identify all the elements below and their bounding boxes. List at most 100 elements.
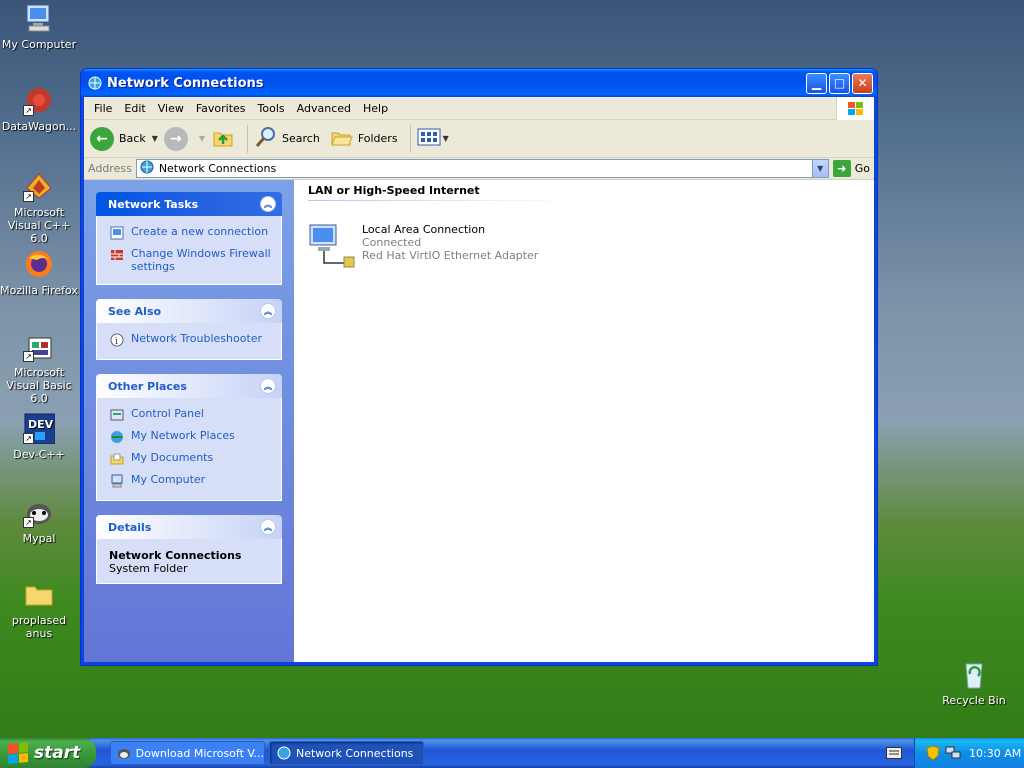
address-value: Network Connections (158, 162, 277, 175)
shortcut-arrow-icon: ↗ (23, 105, 34, 116)
my-computer-icon (109, 473, 125, 489)
folders-label: Folders (357, 132, 398, 145)
windows-logo-icon (836, 97, 874, 120)
go-button[interactable]: ➜ Go (832, 160, 870, 177)
svg-text:DEV: DEV (28, 418, 54, 431)
clock[interactable]: 10:30 AM (969, 747, 1021, 760)
mypal-icon: ↗ (23, 496, 55, 528)
my-network-places-link[interactable]: My Network Places (109, 426, 271, 448)
desktop-icon-label: Dev-C++ (13, 448, 65, 461)
keyboard-icon[interactable] (886, 745, 902, 761)
network-troubleshooter-link[interactable]: i Network Troubleshooter (109, 329, 271, 351)
desktop-icon-mypal[interactable]: ↗ Mypal (0, 496, 78, 545)
lan-connection-icon (308, 223, 358, 269)
folders-icon (330, 125, 354, 152)
forward-button[interactable]: → ▼ (163, 126, 205, 151)
devcpp-icon: DEV ↗ (23, 412, 55, 444)
connection-name: Local Area Connection (362, 223, 486, 236)
details-type: System Folder (109, 562, 188, 575)
network-places-icon (109, 429, 125, 445)
collapse-chevron-icon[interactable]: ︽ (260, 519, 276, 535)
views-button[interactable]: ▼ (417, 127, 449, 150)
folders-button[interactable]: Folders (330, 125, 398, 152)
local-area-connection-item[interactable]: Local Area Connection Connected Red Hat … (308, 223, 860, 269)
menu-file[interactable]: File (88, 102, 118, 115)
maximize-button[interactable]: □ (829, 72, 850, 94)
see-also-header[interactable]: See Also ︽ (96, 299, 282, 323)
close-icon: ✕ (857, 76, 868, 90)
desktop-icon-my-computer[interactable]: My Computer (0, 2, 78, 51)
taskbar-button-download[interactable]: Download Microsoft V... (110, 741, 265, 765)
menu-view[interactable]: View (152, 102, 190, 115)
menu-edit[interactable]: Edit (118, 102, 151, 115)
menu-bar: File Edit View Favorites Tools Advanced … (84, 97, 874, 120)
chevron-down-icon[interactable]: ▼ (199, 134, 205, 143)
desktop-icon-label: Mozilla Firefox (0, 284, 78, 297)
network-tasks-header[interactable]: Network Tasks ︽ (96, 192, 282, 216)
close-button[interactable]: ✕ (852, 72, 873, 94)
menu-help[interactable]: Help (357, 102, 394, 115)
desktop-icon-datawagon[interactable]: ↗ DataWagon... (0, 84, 78, 133)
windows-flag-icon (8, 741, 28, 765)
my-documents-link[interactable]: My Documents (109, 448, 271, 470)
my-computer-link[interactable]: My Computer (109, 470, 271, 492)
details-panel: Details ︽ Network Connections System Fol… (96, 515, 282, 584)
group-header: LAN or High-Speed Internet (308, 184, 570, 201)
desktop-icon-visual-basic[interactable]: ↗ Microsoft Visual Basic 6.0 (0, 330, 78, 405)
toolbar-separator (247, 124, 249, 153)
panel-title: Details (108, 520, 152, 534)
desktop-icon-label: Microsoft Visual C++ 6.0 (7, 206, 71, 245)
maximize-icon: □ (833, 76, 846, 90)
details-name: Network Connections (109, 549, 242, 562)
title-bar[interactable]: Network Connections ▁ □ ✕ (81, 69, 877, 97)
desktop-icon-label: Recycle Bin (942, 694, 1006, 707)
details-header[interactable]: Details ︽ (96, 515, 282, 539)
collapse-chevron-icon[interactable]: ︽ (260, 196, 276, 212)
back-arrow-icon: ← (90, 126, 114, 151)
up-folder-icon (211, 125, 235, 152)
other-places-header[interactable]: Other Places ︽ (96, 374, 282, 398)
see-also-panel: See Also ︽ i Network Troubleshooter (96, 299, 282, 360)
network-connections-icon (139, 159, 155, 178)
address-label: Address (88, 162, 132, 175)
collapse-chevron-icon[interactable]: ︽ (260, 303, 276, 319)
collapse-chevron-icon[interactable]: ︽ (260, 378, 276, 394)
create-connection-link[interactable]: Create a new connection (109, 222, 271, 244)
control-panel-link[interactable]: Control Panel (109, 404, 271, 426)
desktop-icon-recycle-bin[interactable]: Recycle Bin (935, 658, 1013, 707)
menu-tools[interactable]: Tools (252, 102, 291, 115)
mypal-icon (117, 745, 132, 761)
minimize-button[interactable]: ▁ (806, 72, 827, 94)
shortcut-arrow-icon: ↗ (23, 433, 34, 444)
desktop-icon-devcpp[interactable]: DEV ↗ Dev-C++ (0, 412, 78, 461)
menu-advanced[interactable]: Advanced (291, 102, 357, 115)
chevron-down-icon: ▼ (442, 134, 449, 143)
network-status-icon[interactable] (945, 745, 961, 761)
desktop-icon-firefox[interactable]: Mozilla Firefox (0, 248, 78, 297)
desktop-icon-label: Mypal (22, 532, 56, 545)
address-input[interactable]: Network Connections ▼ (135, 159, 829, 178)
firewall-icon (109, 247, 125, 263)
connections-list: LAN or High-Speed Internet Local Area Co… (294, 180, 874, 662)
taskbar-button-network-connections[interactable]: Network Connections (269, 741, 424, 765)
folder-icon (23, 578, 55, 610)
search-button[interactable]: Search (254, 125, 320, 152)
control-panel-icon (109, 407, 125, 423)
shortcut-arrow-icon: ↗ (23, 351, 34, 362)
toolbar-separator (409, 124, 411, 153)
chevron-down-icon[interactable]: ▼ (152, 134, 158, 143)
desktop-icon-folder[interactable]: proplased anus (0, 578, 78, 640)
panel-title: Network Tasks (108, 197, 199, 211)
start-button[interactable]: start (0, 738, 96, 768)
back-button[interactable]: ← Back ▼ (90, 126, 158, 151)
up-folder-button[interactable] (211, 125, 235, 152)
toolbar: ← Back ▼ → ▼ Search Folders ▼ (84, 120, 874, 158)
address-bar: Address Network Connections ▼ ➜ Go (84, 158, 874, 180)
back-label: Back (119, 132, 146, 145)
security-shield-icon[interactable] (925, 745, 941, 761)
address-dropdown-button[interactable]: ▼ (811, 160, 828, 177)
menu-favorites[interactable]: Favorites (190, 102, 252, 115)
desktop-icon-visual-cpp[interactable]: ↗ Microsoft Visual C++ 6.0 (0, 170, 78, 245)
firefox-icon (23, 248, 55, 280)
firewall-settings-link[interactable]: Change Windows Firewall settings (109, 244, 271, 276)
